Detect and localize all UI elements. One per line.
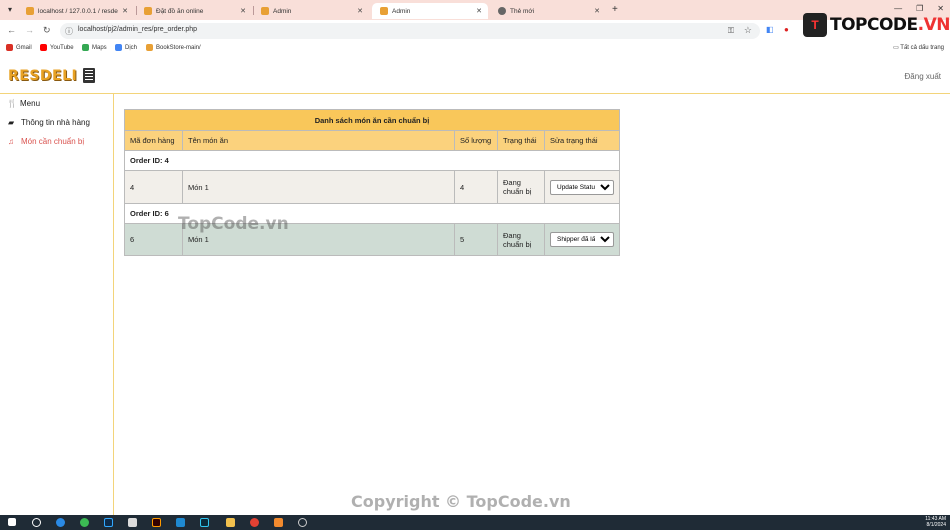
folder-bookmark-icon [146,44,153,51]
photoshop-icon[interactable] [104,518,113,527]
clock[interactable]: 11:43 AM 8/1/2024 [925,516,946,528]
browser-tab-5[interactable]: Thẻ mới ✕ [490,3,606,19]
chrome-alt-icon[interactable] [80,518,89,527]
cell-dish: Món 1 [182,170,455,204]
translate-extension-icon[interactable]: ◧ [766,25,774,34]
translate-icon [115,44,122,51]
table-header-row: Mã đơn hàng Tên món ăn Số lượng Trạng th… [124,130,621,151]
col-header-edit-status: Sửa trạng thái [543,130,621,151]
tab-search-icon[interactable]: ▾ [4,4,16,16]
tab-favicon-icon [261,7,269,15]
new-tab-button[interactable]: + [612,4,618,15]
topcode-logo-suffix: .VN [917,15,950,35]
cell-status: Đang chuẩn bị [497,170,545,204]
search-icon[interactable] [32,518,41,527]
tab-close-icon[interactable]: ✕ [594,7,600,15]
maps-icon [82,44,89,51]
sidebar: 🍴 Menu ▰ Thông tin nhà hàng ♫ Món cần ch… [0,94,114,515]
cell-qty: 5 [454,223,498,256]
opera-extension-icon[interactable]: ● [784,25,789,34]
col-header-dish: Tên món ăn [182,130,455,151]
table-row: 4 Món 1 4 Đang chuẩn bị Update Status [124,170,621,204]
address-bar[interactable]: ⓘ localhost/pj2/admin_res/pre_order.php … [60,23,760,39]
vscode-icon[interactable] [176,518,185,527]
tab-favicon-icon [144,7,152,15]
address-url[interactable]: localhost/pj2/admin_res/pre_order.php [78,26,197,33]
app-page: RESDELI Đăng xuất 🍴 Menu ▰ Thông tin nhà… [0,58,950,515]
order-group-row: Order ID: 4 [123,150,621,171]
tab-favicon-icon [498,7,506,15]
bookmark-maps[interactable]: Maps [82,44,107,51]
app-header: RESDELI Đăng xuất [0,58,950,94]
cell-status: Đang chuẩn bị [497,223,545,256]
browser-tab-2[interactable]: Đặt đồ ăn online ✕ [136,3,252,19]
illustrator-icon[interactable] [152,518,161,527]
watermark-copyright: Copyright © TopCode.vn [351,492,571,511]
bookmark-dich[interactable]: Dịch [115,44,137,51]
bell-icon: ♫ [8,137,14,146]
bookmark-star-icon[interactable]: ☆ [744,25,752,36]
youtube-icon [40,44,47,51]
gmail-icon [6,44,13,51]
col-header-status: Trạng thái [497,130,545,151]
building-icon [83,68,95,83]
tab-close-icon[interactable]: ✕ [476,7,482,15]
bookmark-gmail[interactable]: Gmail [6,44,32,51]
sidebar-item-restaurant-info[interactable]: ▰ Thông tin nhà hàng [8,118,90,127]
edge-icon[interactable] [56,518,65,527]
password-key-icon[interactable]: ⚿ [728,26,734,36]
cell-order-id: 4 [124,170,183,204]
tab-close-icon[interactable]: ✕ [122,7,128,15]
status-select[interactable]: Shipper đã lấy [550,232,614,247]
os-taskbar: 11:43 AM 8/1/2024 [0,515,950,530]
forward-arrow-icon[interactable]: → [25,25,34,35]
utensils-icon: 🍴 [7,99,17,108]
col-header-order-id: Mã đơn hàng [124,130,183,151]
back-arrow-icon[interactable]: ← [7,25,16,35]
cell-edit-status: Shipper đã lấy [543,223,621,256]
bookmark-bookstore[interactable]: BookStore-main/ [146,44,201,51]
tab-close-icon[interactable]: ✕ [357,7,363,15]
table-caption: Danh sách món ăn cần chuẩn bị [123,109,621,131]
tab-favicon-icon [26,7,34,15]
cell-order-id: 6 [124,223,183,256]
brand-logo[interactable]: RESDELI [8,68,77,84]
browser-tab-4-active[interactable]: Admin ✕ [372,3,488,19]
topcode-logo-watermark: T TOPCODE.VN [803,12,950,38]
folder-icon: ▰ [8,118,15,127]
github-icon[interactable] [298,518,307,527]
xampp-icon[interactable] [274,518,283,527]
order-group-label: Order ID: 4 [123,150,621,171]
lightroom-icon[interactable] [200,518,209,527]
topcode-logo-text: TOPCODE [830,15,918,35]
tab-favicon-icon [380,7,388,15]
bookmark-youtube[interactable]: YouTube [40,44,74,51]
chrome-icon[interactable] [250,518,259,527]
sidebar-item-prepare[interactable]: ♫ Món cần chuẩn bị [8,137,84,146]
folder-icon[interactable] [226,518,235,527]
explorer-icon[interactable] [128,518,137,527]
browser-tab-3[interactable]: Admin ✕ [253,3,369,19]
logout-link[interactable]: Đăng xuất [905,72,941,81]
all-bookmarks-button[interactable]: ▭ Tất cả dấu trang [893,44,944,51]
cell-edit-status: Update Status [543,170,621,204]
cell-qty: 4 [454,170,498,204]
windows-start-icon[interactable] [8,518,16,526]
col-header-qty: Số lượng [454,130,498,151]
site-info-icon[interactable]: ⓘ [65,26,73,37]
bookmarks-bar: Gmail YouTube Maps Dịch BookStore-main/ … [0,42,950,56]
reload-icon[interactable]: ↻ [43,25,51,36]
browser-tab-1[interactable]: localhost / 127.0.0.1 / resdeli / ✕ [18,3,134,19]
watermark-center: TopCode.vn [178,214,289,234]
sidebar-item-menu[interactable]: 🍴 Menu [7,99,40,108]
topcode-mark-icon: T [803,13,827,37]
status-select[interactable]: Update Status [550,179,614,195]
table-caption-row: Danh sách món ăn cần chuẩn bị [123,109,621,131]
tab-close-icon[interactable]: ✕ [240,7,246,15]
